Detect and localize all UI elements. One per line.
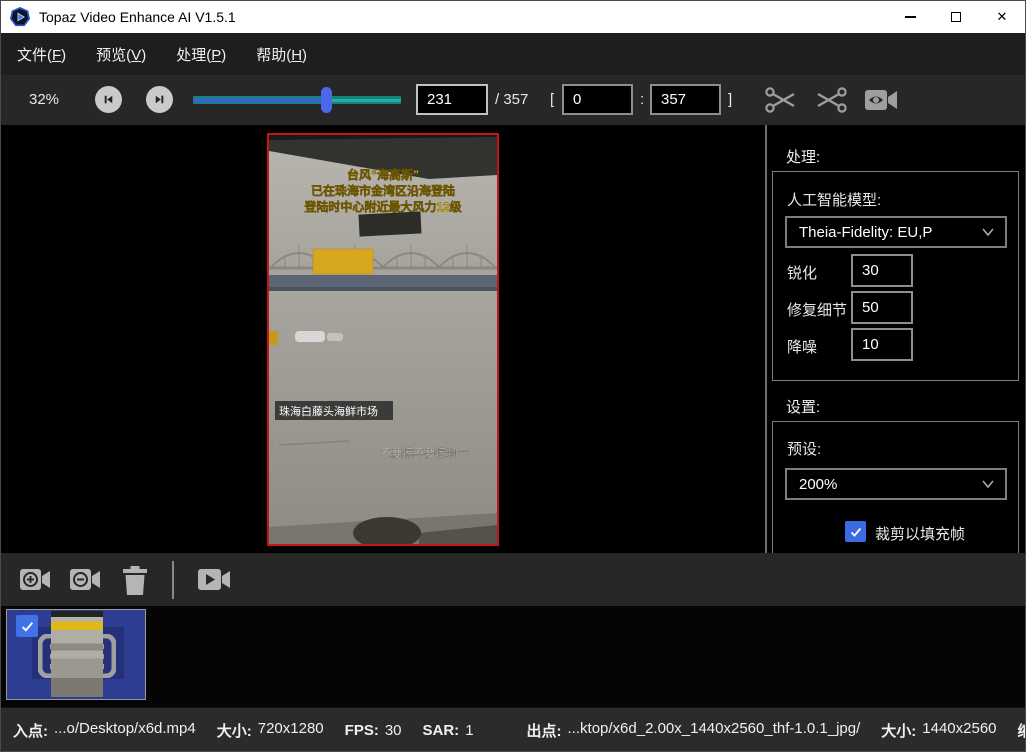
- preview-camera-icon[interactable]: [863, 85, 899, 115]
- process-video-icon[interactable]: [197, 566, 231, 593]
- preset-group: 预设: 200% 裁剪以填充帧: [772, 421, 1019, 553]
- in-point-path: ...o/Desktop/x6d.mp4: [54, 720, 196, 741]
- thumbnail-image: [51, 611, 103, 697]
- out-point-path: ...ktop/x6d_2.00x_1440x2560_thf-1.0.1_jp…: [568, 720, 861, 741]
- close-icon: ✕: [997, 9, 1008, 25]
- status-out-point: 出点: ...ktop/x6d_2.00x_1440x2560_thf-1.0.…: [527, 720, 861, 741]
- denoise-label: 降噪: [787, 336, 817, 357]
- playback-toolbar: 32% / 357 [ : ]: [1, 75, 1025, 125]
- range-bracket-open: [: [550, 91, 554, 108]
- zoom-level-label: 32%: [29, 91, 59, 108]
- sharpen-label: 锐化: [787, 262, 817, 283]
- overlay-title-line3: 登陆时中心附近最大风力12级: [303, 199, 461, 214]
- menu-help[interactable]: 帮助(H): [242, 38, 321, 71]
- cut-scissors-icon[interactable]: [764, 85, 798, 115]
- settings-heading: 设置:: [786, 396, 820, 417]
- chevron-down-icon: [981, 479, 995, 489]
- app-logo-icon: [10, 7, 30, 27]
- skip-to-start-button[interactable]: [95, 86, 122, 113]
- crop-to-fill-checkbox[interactable]: [845, 521, 866, 542]
- settings-panel: 处理: 人工智能模型: Theia-Fidelity: EU,P 锐化 修复细节…: [767, 125, 1025, 553]
- status-in-size: 大小: 720x1280: [217, 720, 324, 741]
- overlay-title-line1: 台风“海高斯”: [347, 167, 419, 182]
- out-size-value: 1440x2560: [922, 720, 996, 741]
- slider-handle[interactable]: [321, 87, 332, 113]
- restore-detail-input[interactable]: [851, 291, 913, 324]
- status-fps: FPS: 30: [345, 722, 402, 739]
- crop-to-fill-label: 裁剪以填充帧: [875, 523, 965, 544]
- chevron-down-icon: [981, 227, 995, 237]
- minimize-icon: [905, 16, 916, 18]
- preset-label: 预设:: [787, 438, 821, 459]
- ai-model-label: 人工智能模型:: [787, 189, 881, 210]
- in-size-value: 720x1280: [258, 720, 324, 741]
- sharpen-input[interactable]: [851, 254, 913, 287]
- slider-progress: [193, 99, 327, 102]
- range-separator: :: [640, 91, 644, 108]
- status-out-size: 大小: 1440x2560: [881, 720, 996, 741]
- status-bar: 入点: ...o/Desktop/x6d.mp4 大小: 720x1280 FP…: [1, 707, 1025, 752]
- preset-value: 200%: [799, 476, 837, 493]
- thumbnail-strip: [1, 606, 1025, 707]
- clip-toolbar: [1, 553, 1025, 606]
- menu-process[interactable]: 处理(P): [162, 38, 240, 71]
- restore-detail-label: 修复细节: [787, 299, 847, 320]
- checkmark-icon: [849, 525, 863, 539]
- skip-to-start-icon: [102, 93, 115, 106]
- flooded-car: [295, 331, 325, 342]
- toolbar-divider: [172, 561, 174, 599]
- yellow-sign: [313, 249, 373, 274]
- overlay-title-line2: 已在珠海市金湾区沿海登陆: [311, 183, 455, 198]
- ai-model-value: Theia-Fidelity: EU,P: [799, 224, 932, 241]
- title-bar: Topaz Video Enhance AI V1.5.1 ✕: [1, 1, 1025, 33]
- checkmark-icon: [20, 619, 35, 634]
- video-preview-image: 台风“海高斯” 已在珠海市金湾区沿海登陆 登陆时中心附近最大风力12级: [269, 135, 497, 544]
- menu-preview[interactable]: 预览(V): [82, 38, 160, 71]
- add-video-icon[interactable]: [19, 566, 51, 593]
- timeline-slider[interactable]: [193, 96, 401, 104]
- close-button[interactable]: ✕: [979, 1, 1025, 33]
- caption-location: 珠海白藤头海鲜市场: [279, 404, 378, 418]
- range-start-input[interactable]: [562, 84, 633, 115]
- range-bracket-close: ]: [728, 91, 732, 108]
- skip-to-end-icon: [153, 93, 166, 106]
- maximize-icon: [951, 12, 961, 22]
- preset-dropdown[interactable]: 200%: [785, 468, 1007, 500]
- main-area: 台风“海高斯” 已在珠海市金湾区沿海登陆 登陆时中心附近最大风力12级: [1, 125, 1025, 553]
- remove-video-icon[interactable]: [69, 566, 101, 593]
- current-frame-input[interactable]: [416, 84, 488, 115]
- fps-value: 30: [385, 722, 402, 739]
- skip-to-end-button[interactable]: [146, 86, 173, 113]
- ai-model-group: 人工智能模型: Theia-Fidelity: EU,P 锐化 修复细节 降噪: [772, 171, 1019, 381]
- video-preview-frame[interactable]: 台风“海高斯” 已在珠海市金湾区沿海登陆 登陆时中心附近最大风力12级: [267, 133, 499, 546]
- denoise-input[interactable]: [851, 328, 913, 361]
- video-thumbnail-tile[interactable]: [6, 609, 146, 700]
- frame-total-label: / 357: [495, 91, 528, 108]
- status-sar: SAR: 1: [423, 722, 474, 739]
- menu-file[interactable]: 文件(F): [3, 38, 80, 71]
- delete-trash-icon[interactable]: [122, 566, 148, 595]
- range-end-input[interactable]: [650, 84, 721, 115]
- window-controls: ✕: [887, 1, 1025, 33]
- minimize-button[interactable]: [887, 1, 933, 33]
- menu-bar: 文件(F) 预览(V) 处理(P) 帮助(H): [1, 33, 1025, 75]
- sar-value: 1: [465, 722, 473, 739]
- status-in-point: 入点: ...o/Desktop/x6d.mp4: [13, 720, 196, 741]
- window-title: Topaz Video Enhance AI V1.5.1: [39, 9, 236, 25]
- splice-scissors-icon[interactable]: [814, 85, 848, 115]
- thumbnail-checkbox[interactable]: [16, 615, 38, 637]
- app-window: Topaz Video Enhance AI V1.5.1 ✕ 文件(F) 预览…: [0, 0, 1026, 752]
- status-scale: 缩放: 200%: [1018, 720, 1026, 741]
- maximize-button[interactable]: [933, 1, 979, 33]
- caption-speech: 不要慌不要慌啊: [381, 447, 458, 460]
- process-heading: 处理:: [786, 146, 820, 167]
- ai-model-dropdown[interactable]: Theia-Fidelity: EU,P: [785, 216, 1007, 248]
